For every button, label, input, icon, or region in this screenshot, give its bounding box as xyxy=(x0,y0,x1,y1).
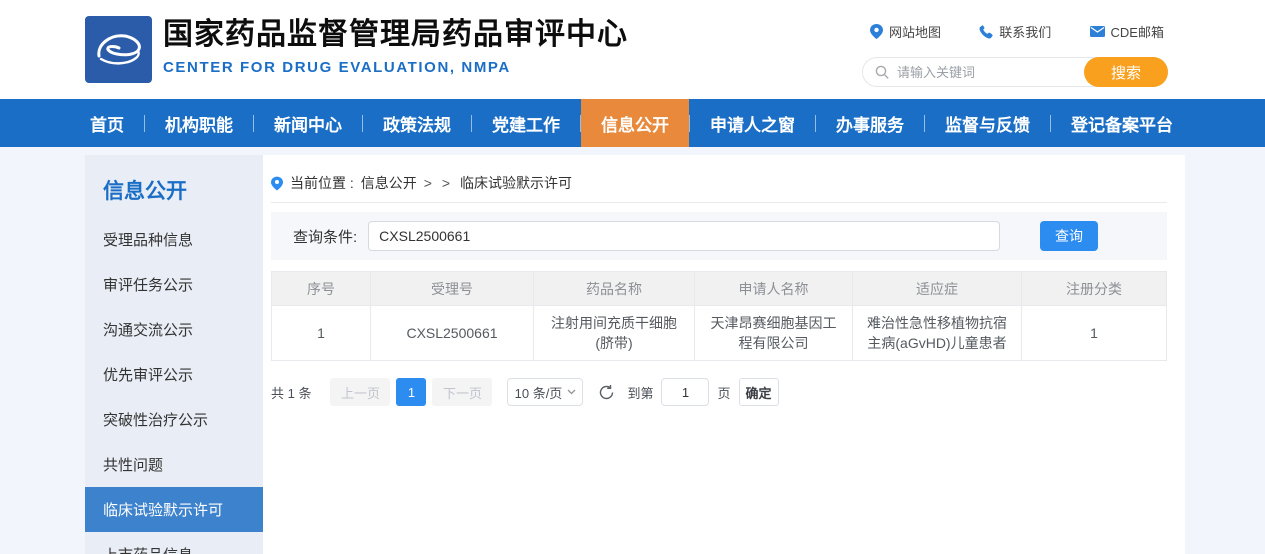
cell-applicant-name: 天津昂赛细胞基因工程有限公司 xyxy=(695,306,853,361)
col-seq: 序号 xyxy=(272,272,371,306)
cde-mail-link[interactable]: CDE邮箱 xyxy=(1090,22,1164,41)
goto-page-input[interactable] xyxy=(661,378,709,406)
main-nav: 首页 机构职能 新闻中心 政策法规 党建工作 信息公开 申请人之窗 办事服务 监… xyxy=(0,99,1265,147)
sidebar-item-communication[interactable]: 沟通交流公示 xyxy=(85,307,263,352)
cell-acceptance-no: CXSL2500661 xyxy=(371,306,534,361)
cell-seq: 1 xyxy=(272,306,371,361)
query-bar: 查询条件: 查询 xyxy=(271,212,1167,260)
header-quick-links: 网站地图 联系我们 CDE邮箱 xyxy=(862,22,1168,41)
chevron-down-icon xyxy=(567,389,576,395)
nav-item-registration-platform[interactable]: 登记备案平台 xyxy=(1051,99,1193,147)
sidebar: 信息公开 受理品种信息 审评任务公示 沟通交流公示 优先审评公示 突破性治疗公示… xyxy=(85,155,263,554)
col-registration-class: 注册分类 xyxy=(1022,272,1167,306)
query-label: 查询条件: xyxy=(293,226,357,247)
location-pin-icon xyxy=(870,24,883,39)
col-drug-name: 药品名称 xyxy=(534,272,695,306)
swan-logo-icon xyxy=(93,28,145,72)
nav-item-applicant-window[interactable]: 申请人之窗 xyxy=(690,99,815,147)
col-acceptance-no: 受理号 xyxy=(371,272,534,306)
cell-indication: 难治性急性移植物抗宿主病(aGvHD)儿童患者 xyxy=(853,306,1022,361)
nav-item-services[interactable]: 办事服务 xyxy=(816,99,924,147)
breadcrumb-separator: > > xyxy=(424,175,453,191)
breadcrumb-prefix: 当前位置 : xyxy=(290,173,354,193)
sidebar-title: 信息公开 xyxy=(85,175,263,217)
col-applicant-name: 申请人名称 xyxy=(695,272,853,306)
nav-item-functions[interactable]: 机构职能 xyxy=(145,99,253,147)
contact-label: 联系我们 xyxy=(999,22,1051,41)
sitemap-label: 网站地图 xyxy=(889,22,941,41)
site-title: 国家药品监督管理局药品审评中心 xyxy=(163,18,628,52)
breadcrumb-pin-icon xyxy=(271,176,283,191)
content-wrapper: 信息公开 受理品种信息 审评任务公示 沟通交流公示 优先审评公示 突破性治疗公示… xyxy=(85,155,1185,554)
breadcrumb-current: 临床试验默示许可 xyxy=(460,173,572,193)
search-button[interactable]: 搜索 xyxy=(1084,57,1168,87)
site-header: 国家药品监督管理局药品审评中心 CENTER FOR DRUG EVALUATI… xyxy=(0,0,1265,99)
contact-link[interactable]: 联系我们 xyxy=(979,22,1051,41)
sidebar-item-accepted-varieties[interactable]: 受理品种信息 xyxy=(85,217,263,262)
cde-mail-label: CDE邮箱 xyxy=(1111,22,1164,41)
page-size-value: 10 条/页 xyxy=(515,383,563,402)
refresh-control[interactable] xyxy=(598,384,615,401)
table-header-row: 序号 受理号 药品名称 申请人名称 适应症 注册分类 xyxy=(272,272,1167,306)
nav-item-home[interactable]: 首页 xyxy=(70,99,144,147)
envelope-icon xyxy=(1090,26,1105,37)
cell-drug-name: 注射用间充质干细胞(脐带) xyxy=(534,306,695,361)
prev-page-button[interactable]: 上一页 xyxy=(330,378,390,406)
nav-item-info-disclosure[interactable]: 信息公开 xyxy=(581,99,689,147)
nav-item-policies[interactable]: 政策法规 xyxy=(363,99,471,147)
pagination: 共 1 条 上一页 1 下一页 10 条/页 到第 页 确定 xyxy=(271,378,1167,406)
sidebar-item-common-issues[interactable]: 共性问题 xyxy=(85,442,263,487)
cell-registration-class: 1 xyxy=(1022,306,1167,361)
page-number-1[interactable]: 1 xyxy=(396,378,426,406)
site-subtitle: CENTER FOR DRUG EVALUATION, NMPA xyxy=(163,59,628,76)
breadcrumb: 当前位置 : 信息公开 > > 临床试验默示许可 xyxy=(271,173,1167,203)
goto-prefix: 到第 xyxy=(627,383,653,402)
main-panel: 当前位置 : 信息公开 > > 临床试验默示许可 查询条件: 查询 序号 受理号… xyxy=(263,155,1185,554)
refresh-icon xyxy=(598,384,615,401)
next-page-button[interactable]: 下一页 xyxy=(432,378,492,406)
goto-suffix: 页 xyxy=(717,383,730,402)
sitemap-link[interactable]: 网站地图 xyxy=(870,22,941,41)
breadcrumb-section[interactable]: 信息公开 xyxy=(361,173,417,193)
sidebar-item-marketed-drugs[interactable]: 上市药品信息 xyxy=(85,532,263,554)
goto-confirm-button[interactable]: 确定 xyxy=(739,378,779,406)
site-search: 搜索 xyxy=(862,57,1168,87)
results-table: 序号 受理号 药品名称 申请人名称 适应症 注册分类 1 CXSL2500661… xyxy=(271,271,1167,361)
cde-logo xyxy=(85,16,152,83)
sidebar-item-review-tasks[interactable]: 审评任务公示 xyxy=(85,262,263,307)
nav-item-supervision[interactable]: 监督与反馈 xyxy=(925,99,1050,147)
page-size-select[interactable]: 10 条/页 xyxy=(507,378,583,406)
table-row: 1 CXSL2500661 注射用间充质干细胞(脐带) 天津昂赛细胞基因工程有限… xyxy=(272,306,1167,361)
sidebar-item-priority-review[interactable]: 优先审评公示 xyxy=(85,352,263,397)
nav-item-news[interactable]: 新闻中心 xyxy=(254,99,362,147)
query-input[interactable] xyxy=(368,221,1000,251)
query-button[interactable]: 查询 xyxy=(1040,221,1098,251)
phone-icon xyxy=(979,25,993,39)
sidebar-item-clinical-trial-implied-license[interactable]: 临床试验默示许可 xyxy=(85,487,263,532)
pagination-total: 共 1 条 xyxy=(271,383,311,402)
sidebar-item-breakthrough-therapy[interactable]: 突破性治疗公示 xyxy=(85,397,263,442)
search-icon xyxy=(875,65,890,80)
nav-item-party[interactable]: 党建工作 xyxy=(472,99,580,147)
col-indication: 适应症 xyxy=(853,272,1022,306)
